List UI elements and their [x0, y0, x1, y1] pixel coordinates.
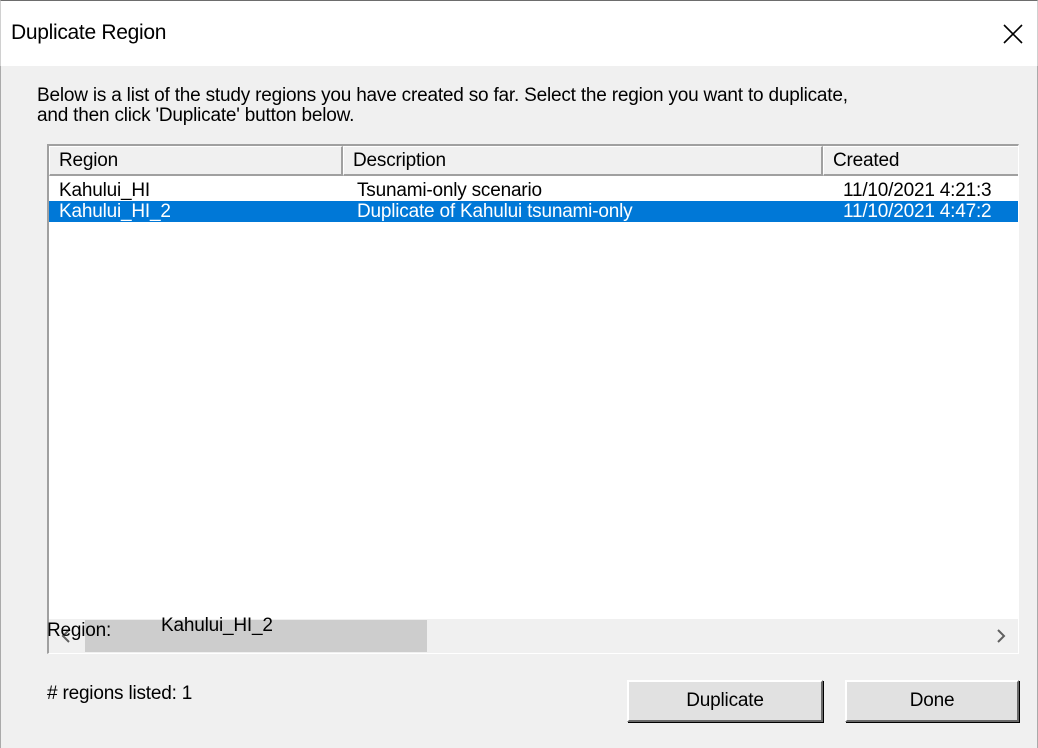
chevron-right-icon	[997, 629, 1006, 643]
column-header-region[interactable]: Region	[49, 146, 343, 176]
region-label: Region:	[47, 620, 112, 641]
scroll-right-button[interactable]	[984, 619, 1018, 653]
close-button[interactable]	[989, 1, 1037, 67]
duplicate-button[interactable]: Duplicate	[627, 680, 823, 722]
duplicate-region-dialog: Duplicate Region Below is a list of the …	[0, 0, 1038, 748]
column-header-description[interactable]: Description	[343, 146, 823, 176]
instructions-text: Below is a list of the study regions you…	[37, 85, 848, 126]
cell-description: Duplicate of Kahului tsunami-only	[357, 201, 633, 222]
list-body: Kahului_HI Tsunami-only scenario 11/10/2…	[49, 180, 1018, 222]
list-header: Region Description Created	[49, 146, 1018, 176]
list-row[interactable]: Kahului_HI Tsunami-only scenario 11/10/2…	[49, 180, 1018, 201]
list-row-selected[interactable]: Kahului_HI_2 Duplicate of Kahului tsunam…	[49, 201, 1018, 222]
regions-list[interactable]: Region Description Created Kahului_HI Ts…	[47, 144, 1019, 654]
close-icon	[1003, 24, 1023, 44]
cell-description: Tsunami-only scenario	[357, 180, 542, 201]
dialog-body: Below is a list of the study regions you…	[0, 66, 1038, 748]
column-header-created[interactable]: Created	[823, 146, 1018, 176]
cell-region: Kahului_HI_2	[59, 201, 171, 222]
title-bar: Duplicate Region	[0, 0, 1038, 66]
cell-created: 11/10/2021 4:47:2	[843, 201, 992, 222]
region-value: Kahului_HI_2	[161, 615, 273, 636]
done-button[interactable]: Done	[845, 680, 1019, 722]
regions-count: # regions listed: 1	[47, 683, 193, 704]
cell-created: 11/10/2021 4:21:3	[843, 180, 992, 201]
dialog-title: Duplicate Region	[11, 21, 167, 44]
cell-region: Kahului_HI	[59, 180, 150, 201]
